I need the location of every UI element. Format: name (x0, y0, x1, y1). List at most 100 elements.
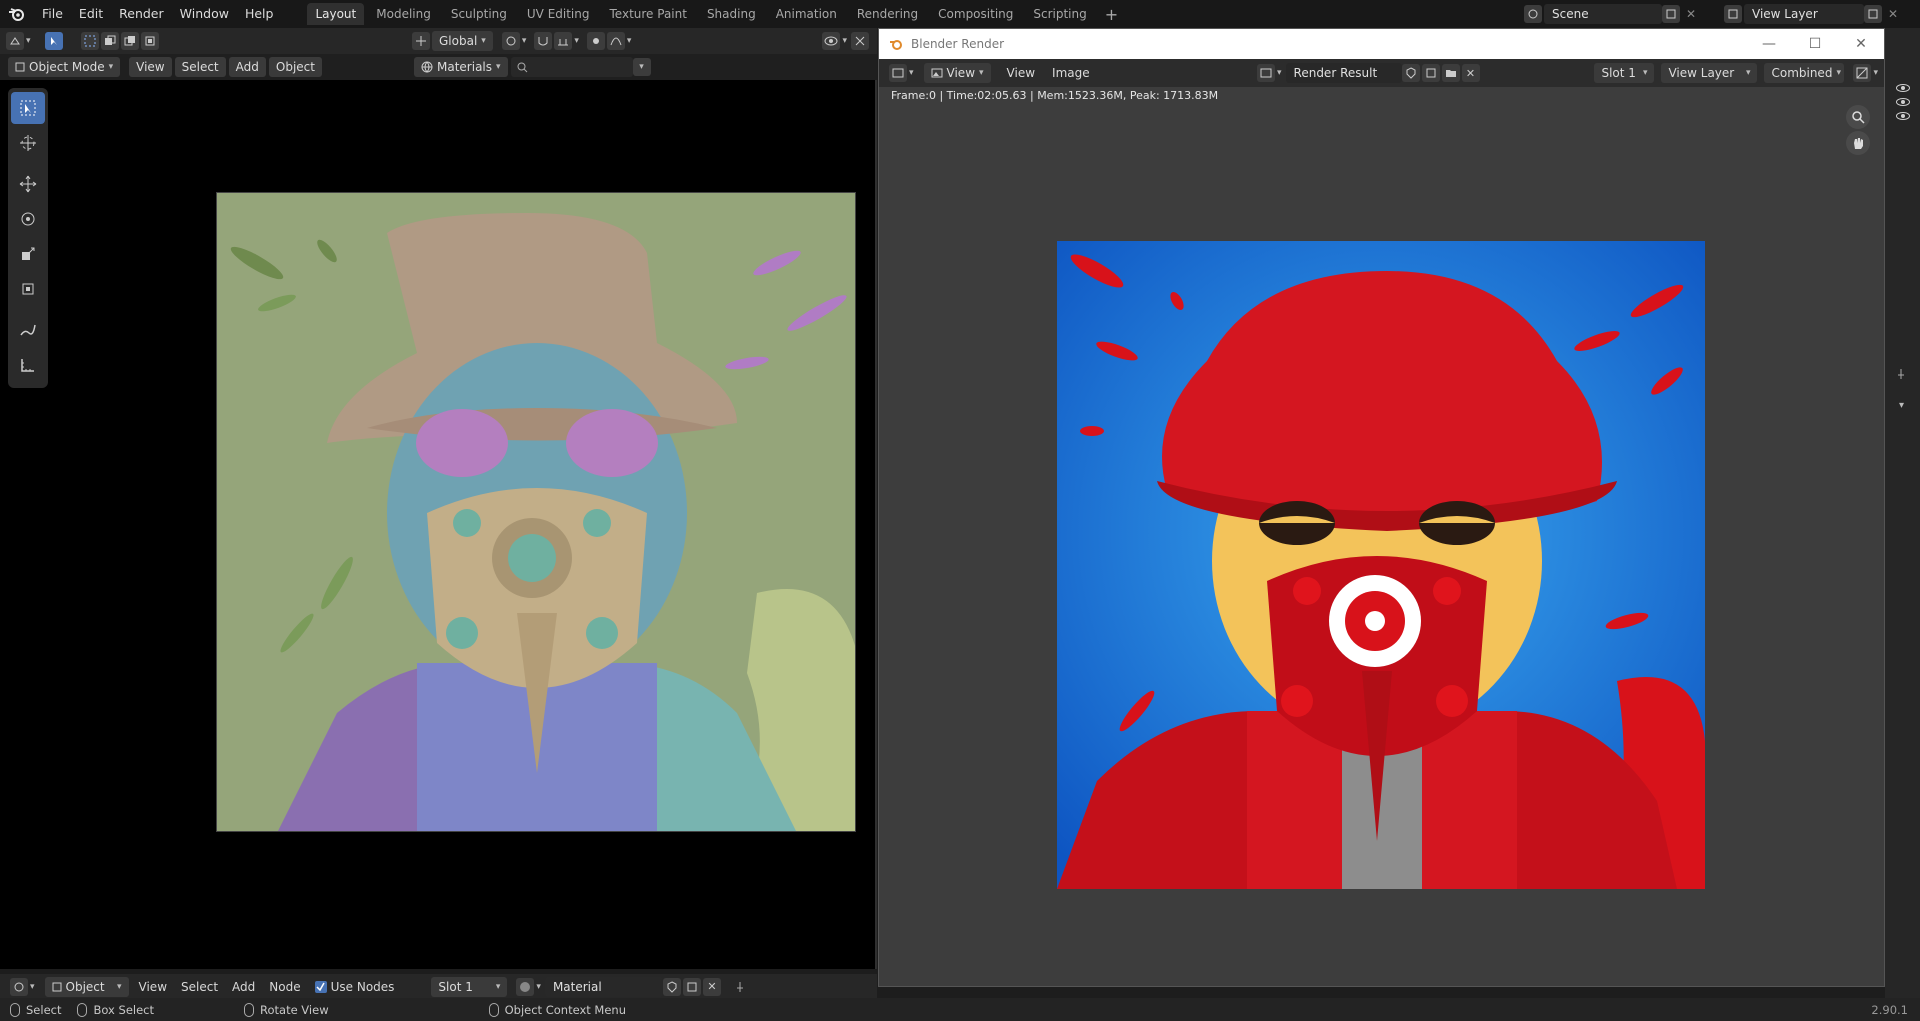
node-menu[interactable]: Node (262, 980, 307, 994)
menu-edit[interactable]: Edit (71, 0, 111, 28)
tab-modeling[interactable]: Modeling (368, 3, 439, 25)
slot-dropdown[interactable]: Slot 1 ▾ (431, 976, 508, 997)
new-view-layer-icon[interactable] (1864, 5, 1882, 23)
shading-materials-dropdown[interactable]: Materials ▾ (414, 57, 508, 77)
proportional-falloff-icon[interactable] (606, 32, 625, 50)
add-menu[interactable]: Add (225, 980, 262, 994)
workspace-tabs: Layout Modeling Sculpting UV Editing Tex… (307, 0, 1124, 28)
tab-texture-paint[interactable]: Texture Paint (602, 3, 695, 25)
visibility-eye-icon[interactable] (1895, 112, 1910, 120)
view-layer-name-field[interactable]: View Layer (1744, 4, 1864, 24)
select-mode-extend-icon[interactable] (100, 32, 119, 50)
measure-tool-icon[interactable] (11, 349, 45, 381)
unlink-material-icon[interactable]: ✕ (702, 977, 721, 996)
cursor-tool-icon[interactable] (11, 127, 45, 159)
add-workspace-button[interactable]: + (1099, 5, 1124, 24)
select-menu[interactable]: Select (174, 980, 225, 994)
render-slot-dropdown[interactable]: Slot 1 ▾ (1594, 63, 1655, 83)
editor-type-icon[interactable] (889, 64, 907, 82)
new-material-icon[interactable] (682, 977, 701, 996)
new-image-icon[interactable] (1421, 64, 1440, 82)
move-tool-icon[interactable] (11, 168, 45, 200)
object-mode-dropdown[interactable]: Object Mode ▾ (8, 57, 121, 77)
pin-icon[interactable] (731, 978, 749, 996)
material-search-input[interactable] (510, 57, 633, 77)
viewport-3d[interactable]: ▾ Global ▾ ▾ ▾ ▾ ▾ Object Mode ▾ View Se… (0, 28, 877, 999)
open-folder-icon[interactable] (1441, 64, 1460, 82)
globe-icon (421, 61, 433, 73)
fake-user-shield-icon[interactable] (1401, 64, 1420, 82)
visibility-icon[interactable] (822, 32, 841, 50)
visibility-eye-icon[interactable] (1895, 98, 1910, 106)
display-channels-icon[interactable] (1853, 64, 1872, 82)
image-name-field[interactable]: Render Result (1285, 63, 1402, 83)
tab-compositing[interactable]: Compositing (930, 3, 1021, 25)
close-icon[interactable]: ✕ (1838, 29, 1884, 59)
minimize-icon[interactable]: — (1746, 29, 1792, 59)
editor-type-icon[interactable] (10, 977, 28, 996)
chevron-down-icon[interactable]: ▾ (632, 58, 651, 76)
blender-logo-icon[interactable] (0, 0, 34, 28)
transform-orientation-dropdown[interactable]: Global ▾ (432, 31, 493, 51)
object-menu[interactable]: Object (268, 57, 322, 77)
select-mode-intersect-icon[interactable] (140, 32, 159, 50)
view-menu[interactable]: View (1000, 63, 1042, 83)
fake-user-shield-icon[interactable] (662, 977, 681, 996)
tab-uv-editing[interactable]: UV Editing (519, 3, 598, 25)
pin-icon[interactable] (1895, 368, 1907, 383)
use-nodes-checkbox[interactable]: Use Nodes (308, 980, 402, 994)
rotate-tool-icon[interactable] (11, 203, 45, 235)
view-mode-dropdown[interactable]: View ▾ (923, 63, 991, 83)
hand-pan-icon[interactable] (1846, 131, 1870, 155)
tab-scripting[interactable]: Scripting (1025, 3, 1094, 25)
proportional-editing-icon[interactable] (586, 32, 605, 50)
select-mode-new-icon[interactable] (80, 32, 99, 50)
material-name-field[interactable]: Material (544, 976, 663, 997)
chevron-down-icon: ▾ (26, 36, 31, 46)
tab-animation[interactable]: Animation (768, 3, 845, 25)
render-view-layer-dropdown[interactable]: View Layer ▾ (1661, 63, 1758, 83)
view-menu[interactable]: View (129, 57, 172, 77)
add-menu[interactable]: Add (228, 57, 266, 77)
scale-tool-icon[interactable] (11, 238, 45, 270)
scene-name-field[interactable]: Scene (1544, 4, 1662, 24)
editor-type-icon[interactable] (6, 32, 24, 50)
remove-view-layer-icon[interactable]: ✕ (1888, 7, 1898, 21)
slot-label: Slot 1 (438, 979, 473, 994)
select-mode-subtract-icon[interactable] (120, 32, 139, 50)
unlink-image-icon[interactable]: ✕ (1461, 64, 1480, 82)
render-pass-dropdown[interactable]: Combined ▾ (1764, 63, 1845, 83)
gizmo-toggle-icon[interactable] (851, 32, 869, 50)
new-scene-icon[interactable] (1662, 5, 1680, 23)
transform-tool-icon[interactable] (11, 273, 45, 305)
remove-scene-icon[interactable]: ✕ (1686, 7, 1696, 21)
render-image-area[interactable] (879, 103, 1884, 986)
image-browse-icon[interactable] (1257, 64, 1275, 82)
tab-shading[interactable]: Shading (699, 3, 764, 25)
zoom-icon[interactable] (1846, 105, 1870, 129)
object-type-dropdown[interactable]: Object ▾ (44, 976, 129, 997)
select-tool-icon[interactable] (44, 32, 63, 50)
menu-file[interactable]: File (34, 0, 71, 28)
snap-target-icon[interactable] (554, 32, 573, 50)
tab-sculpting[interactable]: Sculpting (443, 3, 515, 25)
scene-selector[interactable]: Scene ✕ (1524, 3, 1696, 25)
view-menu[interactable]: View (132, 980, 174, 994)
pivot-point-icon[interactable] (501, 32, 520, 50)
maximize-icon[interactable]: ☐ (1792, 29, 1838, 59)
visibility-eye-icon[interactable] (1895, 84, 1910, 92)
version-label: 2.90.1 (1871, 1002, 1908, 1017)
tab-layout[interactable]: Layout (307, 3, 365, 25)
snap-icon[interactable] (534, 32, 553, 50)
image-menu[interactable]: Image (1045, 63, 1097, 83)
chevron-down-icon[interactable]: ▾ (1899, 400, 1904, 411)
select-menu[interactable]: Select (174, 57, 226, 77)
tab-rendering[interactable]: Rendering (849, 3, 926, 25)
menu-render[interactable]: Render (111, 0, 172, 28)
menu-help[interactable]: Help (237, 0, 282, 28)
select-box-tool-icon[interactable] (11, 92, 45, 124)
material-browse-icon[interactable] (516, 977, 535, 996)
menu-window[interactable]: Window (172, 0, 237, 28)
view-layer-selector[interactable]: View Layer ✕ (1724, 3, 1898, 25)
annotate-tool-icon[interactable] (11, 314, 45, 346)
